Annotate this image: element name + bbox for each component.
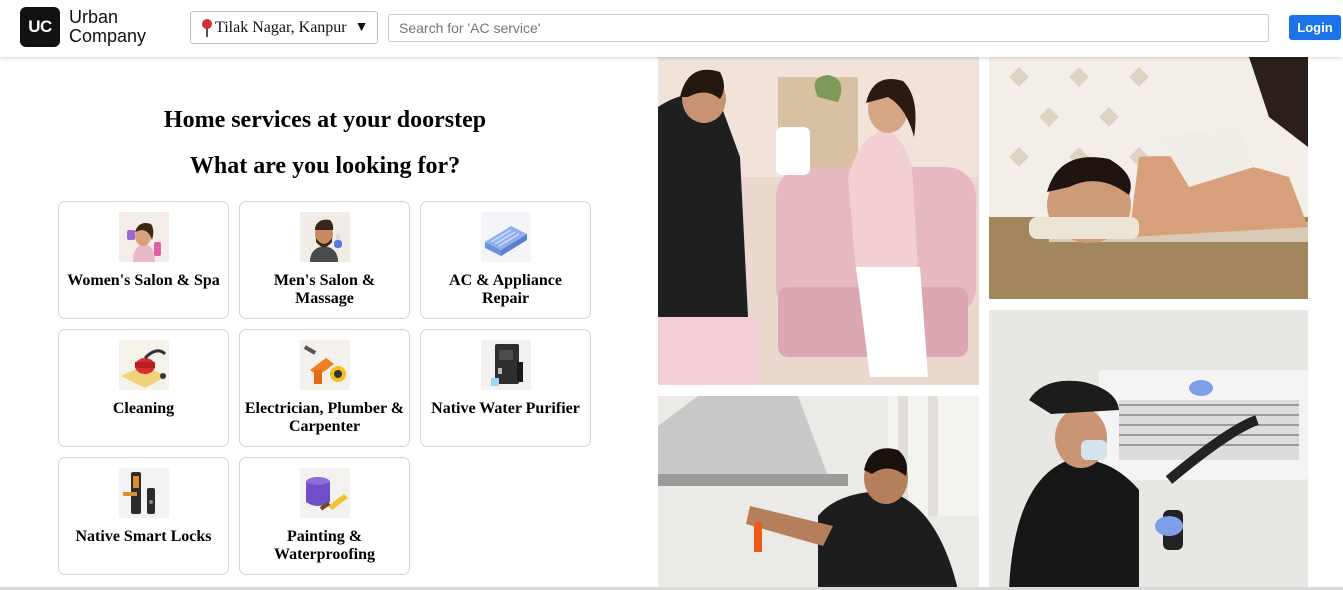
salon-service-photo — [658, 57, 979, 385]
category-card-painting[interactable]: Painting & Waterproofing — [239, 457, 410, 575]
ac-repair-icon — [481, 212, 531, 262]
cleaning-icon — [119, 340, 169, 390]
logo-line-2: Company — [69, 26, 147, 46]
page-subtitle: What are you looking for? — [189, 153, 461, 179]
location-text: Tilak Nagar, Kanpur — [215, 18, 347, 36]
brand-logo-mark[interactable]: UC — [20, 7, 60, 47]
water-purifier-icon — [481, 340, 531, 390]
category-card-smart-locks[interactable]: Native Smart Locks — [58, 457, 229, 575]
paint-icon — [300, 468, 350, 518]
electrician-tools-icon — [300, 340, 350, 390]
category-label: AC & Appliance Repair — [449, 272, 562, 307]
top-navbar: UC Urban Company Tilak Nagar, Kanpur ▼ L… — [0, 0, 1343, 57]
category-card-ac-repair[interactable]: AC & Appliance Repair — [420, 201, 591, 319]
logo-line-1: Urban — [69, 7, 119, 27]
category-label: Electrician, Plumber & Carpenter — [244, 400, 405, 435]
chevron-down-icon: ▼ — [354, 19, 369, 35]
category-label: Native Water Purifier — [431, 400, 580, 417]
category-card-womens-salon[interactable]: Women's Salon & Spa — [58, 201, 229, 319]
category-label: Cleaning — [112, 400, 175, 417]
category-card-water-purifier[interactable]: Native Water Purifier — [420, 329, 591, 447]
login-button[interactable]: Login — [1289, 15, 1341, 40]
page-title: Home services at your doorstep — [163, 107, 487, 133]
men-salon-icon — [300, 212, 350, 262]
category-card-mens-salon[interactable]: Men's Salon & Massage — [239, 201, 410, 319]
massage-service-photo — [989, 57, 1308, 299]
category-label: Native Smart Locks — [75, 528, 212, 545]
category-card-electrician[interactable]: Electrician, Plumber & Carpenter — [239, 329, 410, 447]
search-input[interactable] — [388, 14, 1269, 42]
category-label: Painting & Waterproofing — [273, 528, 376, 563]
location-pin-icon — [201, 18, 213, 38]
category-label: Men's Salon & Massage — [273, 272, 376, 307]
smart-lock-icon — [119, 468, 169, 518]
kitchen-chimney-service-photo — [658, 396, 979, 590]
category-label: Women's Salon & Spa — [67, 272, 220, 289]
ac-service-photo — [989, 310, 1308, 590]
location-selector[interactable]: Tilak Nagar, Kanpur ▼ — [190, 11, 378, 44]
brand-logo-text[interactable]: Urban Company — [69, 8, 146, 46]
category-card-cleaning[interactable]: Cleaning — [58, 329, 229, 447]
women-salon-icon — [119, 212, 169, 262]
